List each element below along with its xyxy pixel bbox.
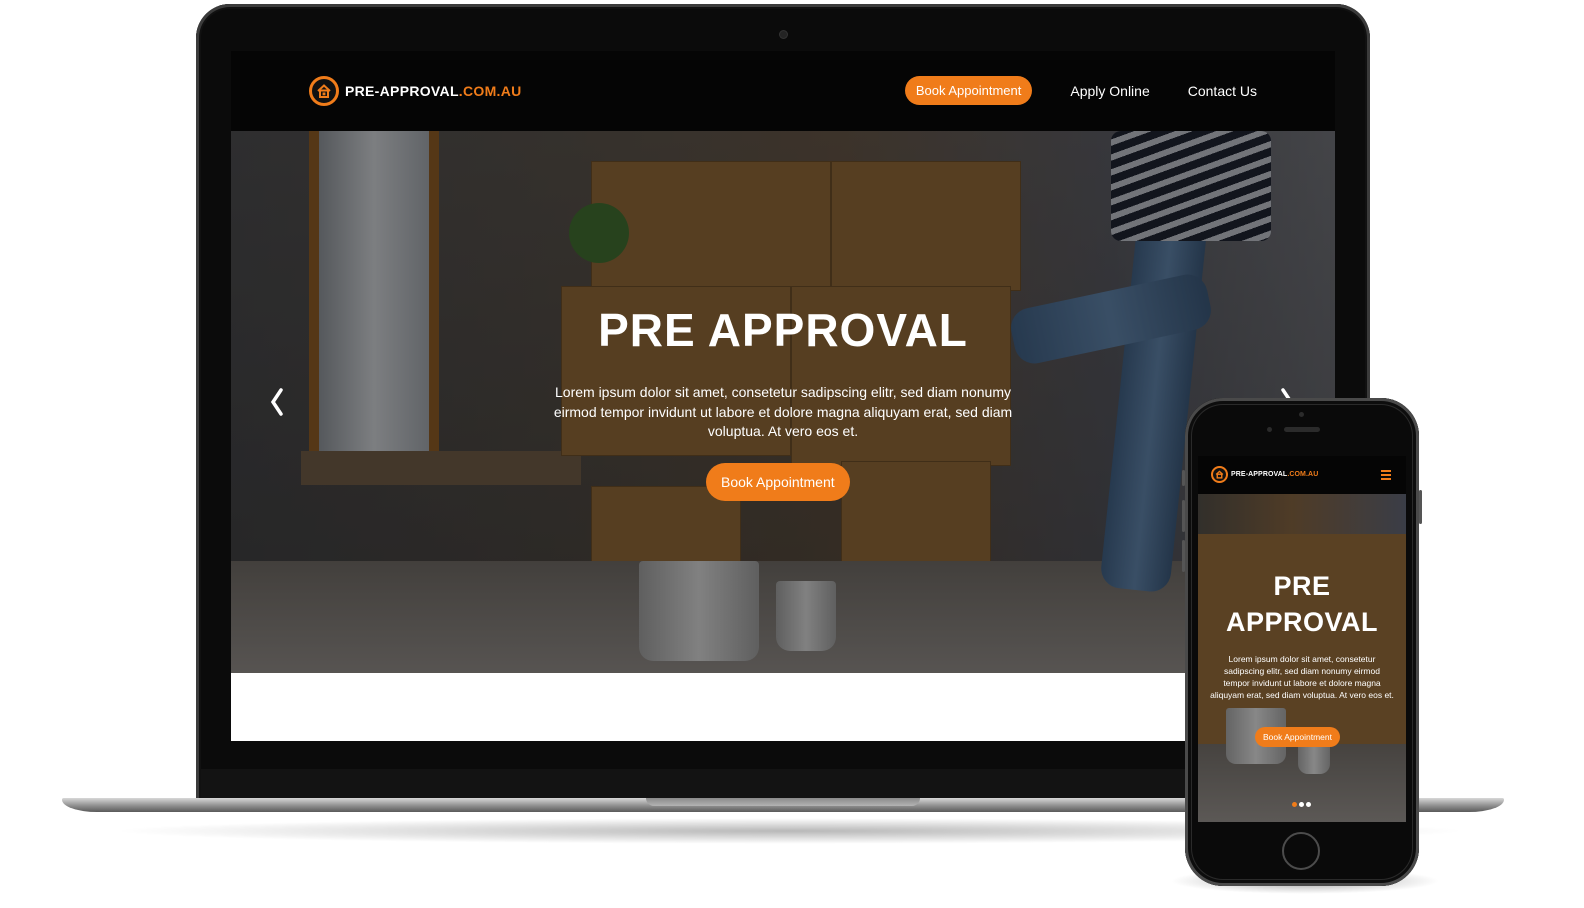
nav-contact-us-link[interactable]: Contact Us <box>1188 83 1257 99</box>
slider-dot[interactable] <box>1306 802 1311 807</box>
phone-home-button <box>1282 832 1320 870</box>
nav-apply-online-link[interactable]: Apply Online <box>1070 83 1149 99</box>
hero-slider: PRE APPROVAL Lorem ipsum dolor sit amet,… <box>231 131 1335 673</box>
chevron-left-icon[interactable] <box>267 384 287 420</box>
hero-description: Lorem ipsum dolor sit amet, consetetur s… <box>553 384 1013 439</box>
slider-dot[interactable] <box>1299 802 1304 807</box>
mobile-logo[interactable]: PRE-APPROVAL.COM.AU <box>1211 466 1318 483</box>
hero-title: PRE APPROVAL <box>598 304 968 356</box>
phone-camera <box>1299 412 1304 417</box>
laptop-screen: PRE-APPROVAL.COM.AU Book Appointment App… <box>231 51 1335 741</box>
mobile-hero-description: Lorem ipsum dolor sit amet, consetetur s… <box>1210 654 1394 700</box>
phone-mute-switch <box>1182 470 1185 486</box>
brand-name: PRE-APPROVAL.COM.AU <box>345 83 522 99</box>
brand-name-main: PRE-APPROVAL <box>345 83 459 99</box>
content-area <box>231 673 1335 741</box>
nav-book-appointment-button[interactable]: Book Appointment <box>904 76 1033 105</box>
mobile-hero-title-line2: APPROVAL <box>1225 607 1378 637</box>
site-logo[interactable]: PRE-APPROVAL.COM.AU <box>309 73 522 109</box>
hero-book-appointment-button[interactable]: Book Appointment <box>706 463 850 501</box>
laptop-camera <box>780 31 787 38</box>
mobile-hero: PRE APPROVAL Lorem ipsum dolor sit amet,… <box>1198 494 1406 822</box>
phone-volume-up <box>1182 500 1185 532</box>
slider-dot-active[interactable] <box>1292 802 1297 807</box>
mobile-brand-name: PRE-APPROVAL.COM.AU <box>1231 471 1318 478</box>
slider-dots <box>1292 802 1313 807</box>
brand-name-accent: .COM.AU <box>458 83 522 99</box>
mobile-brand-name-accent: .COM.AU <box>1287 471 1319 478</box>
laptop-notch <box>646 798 920 806</box>
house-icon <box>1211 466 1228 483</box>
phone-sensor <box>1267 427 1272 432</box>
mobile-hero-title: PRE APPROVAL <box>1198 568 1406 640</box>
phone-power-button <box>1419 490 1422 524</box>
main-nav: Book Appointment Apply Online Contact Us <box>904 76 1257 105</box>
house-icon <box>309 76 339 106</box>
hamburger-icon[interactable] <box>1381 470 1391 482</box>
mobile-hero-title-line1: PRE <box>1273 571 1331 601</box>
site-header: PRE-APPROVAL.COM.AU Book Appointment App… <box>231 51 1335 131</box>
phone-speaker <box>1284 427 1320 432</box>
mobile-book-appointment-button[interactable]: Book Appointment <box>1255 727 1340 747</box>
mobile-brand-name-main: PRE-APPROVAL <box>1231 471 1288 478</box>
phone-volume-down <box>1182 540 1185 572</box>
mobile-header: PRE-APPROVAL.COM.AU <box>1198 456 1406 494</box>
phone-screen: PRE-APPROVAL.COM.AU PRE APPROVAL Lorem i… <box>1198 456 1406 822</box>
